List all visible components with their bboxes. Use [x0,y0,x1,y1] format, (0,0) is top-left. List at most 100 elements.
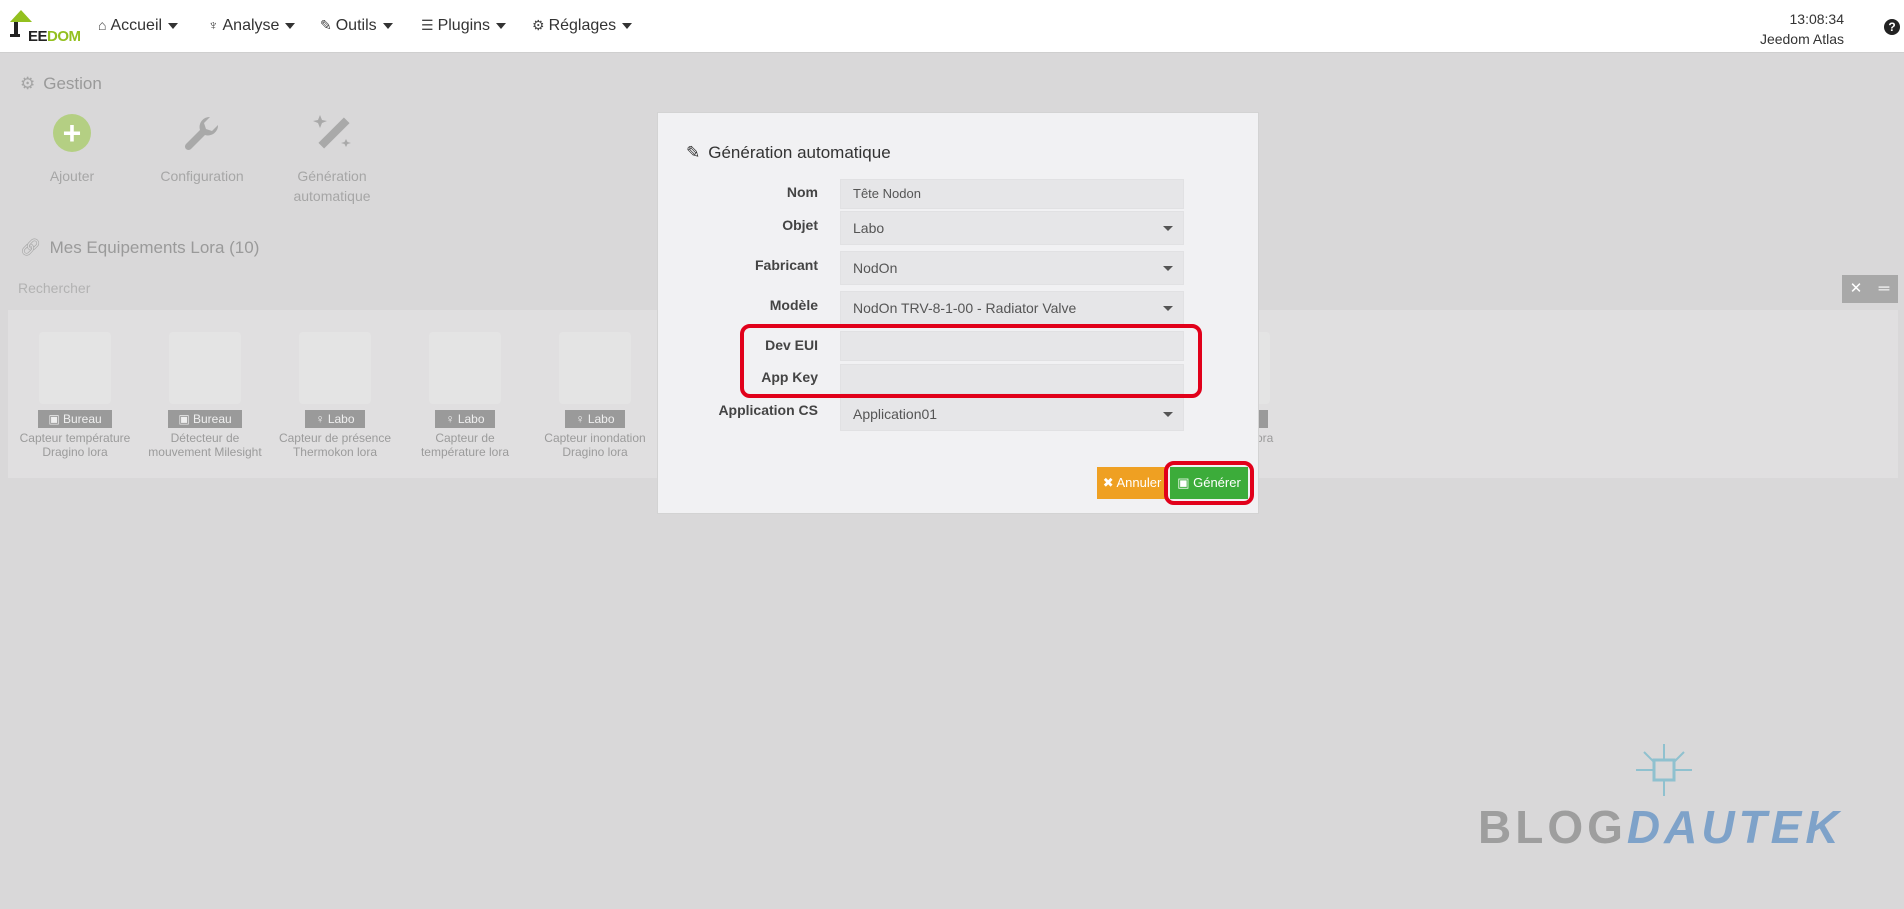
chevron-down-icon [382,22,393,29]
clock-block: 13:08:34 Jeedom Atlas [1760,9,1844,49]
modele-value: NodOn TRV-8-1-00 - Radiator Valve [853,300,1077,316]
watermark-part1: BLOG [1478,801,1627,853]
search-input[interactable]: Rechercher [18,280,90,296]
room-badge: ▣ Bureau [168,410,242,428]
room-badge: ♀ Labo [565,410,625,428]
wrench-icon [184,116,219,151]
chevron-down-icon [1163,412,1173,417]
device-name-2: mouvement Milesight [148,445,262,459]
menu-analyse-label: Analyse [222,17,280,34]
wrench-icon: ✎ [320,17,332,33]
modele-select[interactable]: NodOn TRV-8-1-00 - Radiator Valve [840,291,1184,325]
list-item[interactable]: ♀ Labo Capteur inondation Dragino lora [530,332,660,459]
menu-analyse[interactable]: ♆ Analyse [208,17,296,35]
blog-watermark: BLOGDAUTEK [1478,800,1843,854]
device-name-1: Capteur inondation [544,431,646,445]
layout-toggle-button[interactable]: ═ [1870,275,1898,303]
device-name-2: Thermokon lora [292,445,378,459]
menu-plugins-label: Plugins [437,17,491,34]
menu-reglages-label: Réglages [548,17,617,34]
device-image [299,332,371,404]
room-badge: ♀ Labo [435,410,495,428]
list-item[interactable]: ▣ Bureau Capteur température Dragino lor… [10,332,140,459]
watermark-part2: DAUTEK [1626,801,1843,853]
list-item[interactable]: ▣ Bureau Détecteur de mouvement Milesigh… [140,332,270,459]
menu-accueil-label: Accueil [110,17,163,34]
menu-accueil[interactable]: ⌂ Accueil [98,17,179,35]
label-fabricant: Fabricant [754,257,818,273]
system-name: Jeedom Atlas [1759,31,1844,47]
nom-input[interactable]: Tête Nodon [840,179,1184,209]
list-item[interactable]: ♀ Labo Capteur de température lora [400,332,530,459]
device-name-2: Dragino lora [42,445,108,459]
device-image [429,332,501,404]
equipements-title-text: Mes Equipements Lora (10) [49,238,260,257]
menu-plugins[interactable]: ☰ Plugins [421,17,507,35]
plus-circle-icon: + [53,114,91,152]
chevron-down-icon [1163,306,1173,311]
modal-title-text: Génération automatique [708,143,891,162]
top-navbar: EEDOM ⌂ Accueil ♆ Analyse ✎ Outils ☰ Plugins… [0,0,1904,53]
highlight-generate-button [1164,461,1254,505]
chevron-down-icon [1163,266,1173,271]
fabricant-value: NodOn [853,260,898,276]
gestion-title-text: Gestion [43,74,102,93]
fabricant-select[interactable]: NodOn [840,251,1184,285]
card-configuration[interactable]: Configuration [142,108,262,186]
menu-outils[interactable]: ✎ Outils [320,17,393,35]
list-item[interactable]: ♀ Labo Capteur de présence Thermokon lor… [270,332,400,459]
chevron-down-icon [168,22,179,29]
card-configuration-label: Configuration [160,168,244,184]
magic-wand-icon: ✎ [686,143,701,162]
cancel-label: Annuler [1116,475,1162,490]
highlight-dev-eui-app-key [740,324,1202,398]
objet-value: Labo [853,220,885,236]
card-generation-label-2: automatique [293,188,371,204]
label-modele: Modèle [769,297,818,313]
application-value: Application01 [853,406,938,422]
device-image [169,332,241,404]
label-objet: Objet [782,217,818,233]
card-generation-automatique[interactable]: Génération automatique [272,108,392,206]
device-name-2: température lora [420,445,510,459]
device-image [559,332,631,404]
device-name-1: Capteur de [435,431,495,445]
device-name-1: Capteur température [19,431,131,445]
application-select[interactable]: Application01 [840,397,1184,431]
card-ajouter-label: Ajouter [49,168,95,184]
device-image [39,332,111,404]
card-ajouter[interactable]: + Ajouter [12,108,132,186]
chevron-down-icon [285,22,296,29]
cancel-button[interactable]: ✖ Annuler [1097,467,1167,499]
chevron-down-icon [496,22,507,29]
help-icon[interactable]: ? [1884,19,1900,35]
stethoscope-icon: ♆ [208,17,219,33]
generation-modal: ✎ Génération automatique Nom Tête Nodon O… [657,112,1259,514]
device-name-2: Dragino lora [562,445,628,459]
menu-outils-label: Outils [335,17,377,34]
chevron-down-icon [622,22,633,29]
menu-reglages[interactable]: ⚙ Réglages [532,17,633,35]
gestion-title: ⚙ Gestion [20,74,102,94]
link-icon: 🔗︎ [20,238,42,257]
clear-search-button[interactable]: ✕ [1842,275,1870,303]
list-icon: ☰ [421,17,434,33]
equipements-title: 🔗︎ Mes Equipements Lora (10) [20,238,259,258]
modal-title: ✎ Génération automatique [686,143,891,163]
card-generation-label-1: Génération [297,168,367,184]
room-badge: ♀ Labo [305,410,365,428]
device-name-1: Détecteur de [170,431,240,445]
label-nom: Nom [786,184,818,200]
objet-select[interactable]: Labo [840,211,1184,245]
chip-logo-icon [1636,744,1692,796]
chevron-down-icon [1163,226,1173,231]
home-icon: ⌂ [98,17,107,33]
jeedom-logo[interactable]: EEDOM [8,8,81,45]
logo-text: EEDOM [28,28,81,45]
room-badge: ▣ Bureau [38,410,112,428]
device-name-1: Capteur de présence [278,431,392,445]
clock-time: 13:08:34 [1789,11,1845,27]
gear-icon: ⚙ [532,17,545,33]
close-icon: ✖ [1102,475,1114,490]
gear-icon: ⚙ [20,74,36,93]
